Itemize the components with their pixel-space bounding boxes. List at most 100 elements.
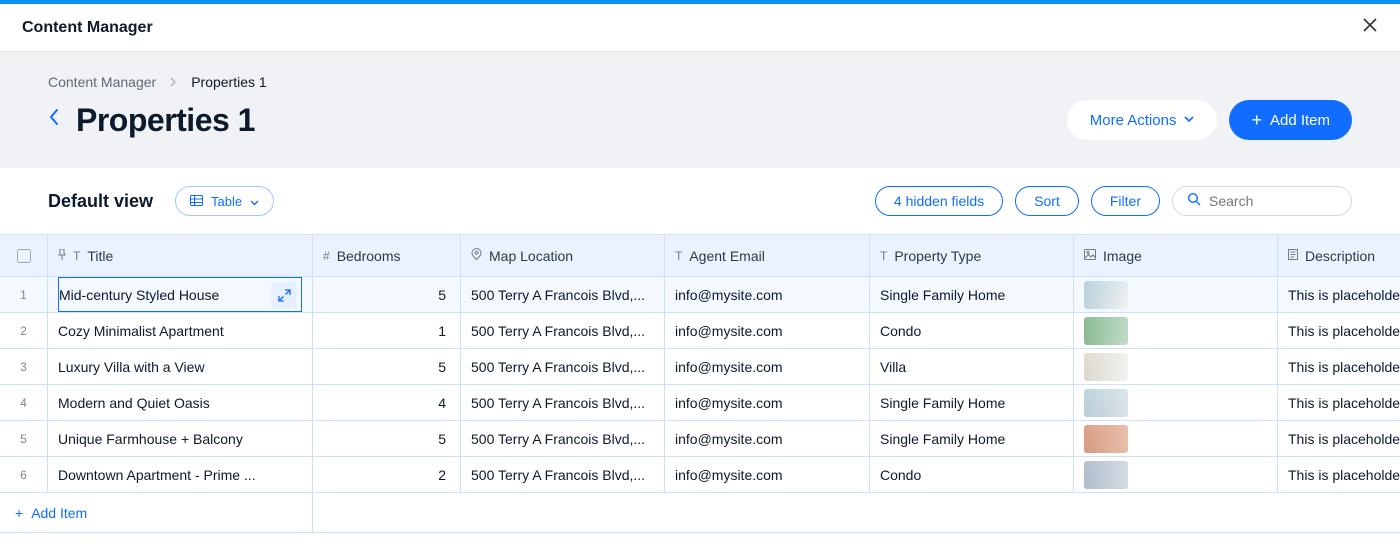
- cell-property-type[interactable]: Single Family Home: [870, 277, 1074, 312]
- cell-agent-email[interactable]: info@mysite.com: [665, 421, 870, 456]
- breadcrumb-root[interactable]: Content Manager: [48, 74, 156, 90]
- title-text: Downtown Apartment - Prime ...: [58, 467, 256, 483]
- sort-button[interactable]: Sort: [1015, 186, 1079, 216]
- app-header: Content Manager: [0, 4, 1400, 52]
- row-number[interactable]: 1: [0, 277, 48, 312]
- data-table: T Title # Bedrooms Map Location T Agent …: [0, 234, 1400, 533]
- cell-image[interactable]: [1074, 349, 1278, 384]
- filter-button[interactable]: Filter: [1091, 186, 1160, 216]
- table-row[interactable]: 5 Unique Farmhouse + Balcony 5 500 Terry…: [0, 421, 1400, 457]
- cell-agent-email[interactable]: info@mysite.com: [665, 349, 870, 384]
- cell-bedrooms[interactable]: 4: [313, 385, 461, 420]
- expand-icon[interactable]: [271, 282, 297, 308]
- cell-bedrooms[interactable]: 5: [313, 421, 461, 456]
- plus-icon: +: [15, 505, 23, 521]
- add-item-row-button[interactable]: + Add Item: [0, 493, 313, 532]
- cell-bedrooms[interactable]: 1: [313, 313, 461, 348]
- cell-property-type[interactable]: Single Family Home: [870, 385, 1074, 420]
- cell-map-location[interactable]: 500 Terry A Francois Blvd,...: [461, 313, 665, 348]
- search-input-wrap[interactable]: [1172, 186, 1352, 216]
- more-actions-label: More Actions: [1090, 112, 1177, 129]
- column-header-bedrooms[interactable]: # Bedrooms: [313, 235, 461, 276]
- cell-agent-email[interactable]: info@mysite.com: [665, 385, 870, 420]
- title-text: Cozy Minimalist Apartment: [58, 323, 224, 339]
- cell-agent-email[interactable]: info@mysite.com: [665, 457, 870, 492]
- text-type-icon: T: [675, 249, 682, 263]
- image-thumbnail: [1084, 461, 1128, 489]
- table-row[interactable]: 6 Downtown Apartment - Prime ... 2 500 T…: [0, 457, 1400, 493]
- cell-property-type[interactable]: Condo: [870, 457, 1074, 492]
- cell-title[interactable]: Unique Farmhouse + Balcony: [48, 421, 313, 456]
- cell-description[interactable]: This is placeholde: [1278, 385, 1400, 420]
- breadcrumb: Content Manager Properties 1: [48, 74, 1352, 90]
- cell-property-type[interactable]: Condo: [870, 313, 1074, 348]
- cell-description[interactable]: This is placeholde: [1278, 457, 1400, 492]
- search-input[interactable]: [1209, 193, 1337, 209]
- cell-agent-email[interactable]: info@mysite.com: [665, 313, 870, 348]
- row-number[interactable]: 4: [0, 385, 48, 420]
- title-text: Mid-century Styled House: [59, 287, 219, 303]
- view-type-selector[interactable]: Table: [175, 186, 274, 216]
- cell-title[interactable]: Modern and Quiet Oasis: [48, 385, 313, 420]
- cell-image[interactable]: [1074, 313, 1278, 348]
- cell-description[interactable]: This is placeholde: [1278, 313, 1400, 348]
- cell-image[interactable]: [1074, 385, 1278, 420]
- table-footer: + Add Item: [0, 493, 1400, 533]
- cell-image[interactable]: [1074, 421, 1278, 456]
- row-number[interactable]: 2: [0, 313, 48, 348]
- cell-map-location[interactable]: 500 Terry A Francois Blvd,...: [461, 277, 665, 312]
- table-row[interactable]: 4 Modern and Quiet Oasis 4 500 Terry A F…: [0, 385, 1400, 421]
- app-title: Content Manager: [22, 19, 153, 37]
- add-item-button[interactable]: + Add Item: [1229, 100, 1352, 140]
- title-text: Unique Farmhouse + Balcony: [58, 431, 243, 447]
- image-thumbnail: [1084, 389, 1128, 417]
- cell-bedrooms[interactable]: 5: [313, 349, 461, 384]
- cell-bedrooms[interactable]: 2: [313, 457, 461, 492]
- more-actions-button[interactable]: More Actions: [1067, 100, 1218, 140]
- cell-title[interactable]: Cozy Minimalist Apartment: [48, 313, 313, 348]
- image-thumbnail: [1084, 353, 1128, 381]
- cell-map-location[interactable]: 500 Terry A Francois Blvd,...: [461, 421, 665, 456]
- table-row[interactable]: 1 Mid-century Styled House 5 500 Terry A…: [0, 277, 1400, 313]
- cell-map-location[interactable]: 500 Terry A Francois Blvd,...: [461, 385, 665, 420]
- cell-property-type[interactable]: Single Family Home: [870, 421, 1074, 456]
- richtext-type-icon: [1288, 249, 1298, 263]
- close-icon[interactable]: [1362, 17, 1378, 38]
- chevron-down-icon: [1184, 114, 1194, 126]
- column-header-description[interactable]: Description: [1278, 235, 1400, 276]
- cell-description[interactable]: This is placeholde: [1278, 421, 1400, 456]
- column-header-image[interactable]: Image: [1074, 235, 1278, 276]
- hidden-fields-button[interactable]: 4 hidden fields: [875, 186, 1003, 216]
- row-number[interactable]: 6: [0, 457, 48, 492]
- table-icon: [190, 194, 203, 209]
- checkbox-icon[interactable]: [17, 249, 31, 263]
- row-number[interactable]: 5: [0, 421, 48, 456]
- cell-title[interactable]: Luxury Villa with a View: [48, 349, 313, 384]
- cell-description[interactable]: This is placeholde: [1278, 277, 1400, 312]
- select-all-header[interactable]: [0, 235, 48, 276]
- table-row[interactable]: 3 Luxury Villa with a View 5 500 Terry A…: [0, 349, 1400, 385]
- table-row[interactable]: 2 Cozy Minimalist Apartment 1 500 Terry …: [0, 313, 1400, 349]
- cell-title[interactable]: Mid-century Styled House: [48, 277, 313, 312]
- column-header-map[interactable]: Map Location: [461, 235, 665, 276]
- image-thumbnail: [1084, 317, 1128, 345]
- column-header-agent[interactable]: T Agent Email: [665, 235, 870, 276]
- cell-image[interactable]: [1074, 457, 1278, 492]
- cell-bedrooms[interactable]: 5: [313, 277, 461, 312]
- cell-image[interactable]: [1074, 277, 1278, 312]
- cell-map-location[interactable]: 500 Terry A Francois Blvd,...: [461, 457, 665, 492]
- column-header-title[interactable]: T Title: [48, 235, 313, 276]
- cell-title[interactable]: Downtown Apartment - Prime ...: [48, 457, 313, 492]
- row-number[interactable]: 3: [0, 349, 48, 384]
- breadcrumb-current: Properties 1: [191, 74, 266, 90]
- back-icon[interactable]: [48, 108, 60, 132]
- image-type-icon: [1084, 249, 1096, 263]
- title-text: Modern and Quiet Oasis: [58, 395, 210, 411]
- column-header-property-type[interactable]: T Property Type: [870, 235, 1074, 276]
- view-type-label: Table: [211, 194, 242, 209]
- text-type-icon: T: [880, 249, 887, 263]
- cell-description[interactable]: This is placeholde: [1278, 349, 1400, 384]
- cell-agent-email[interactable]: info@mysite.com: [665, 277, 870, 312]
- cell-map-location[interactable]: 500 Terry A Francois Blvd,...: [461, 349, 665, 384]
- cell-property-type[interactable]: Villa: [870, 349, 1074, 384]
